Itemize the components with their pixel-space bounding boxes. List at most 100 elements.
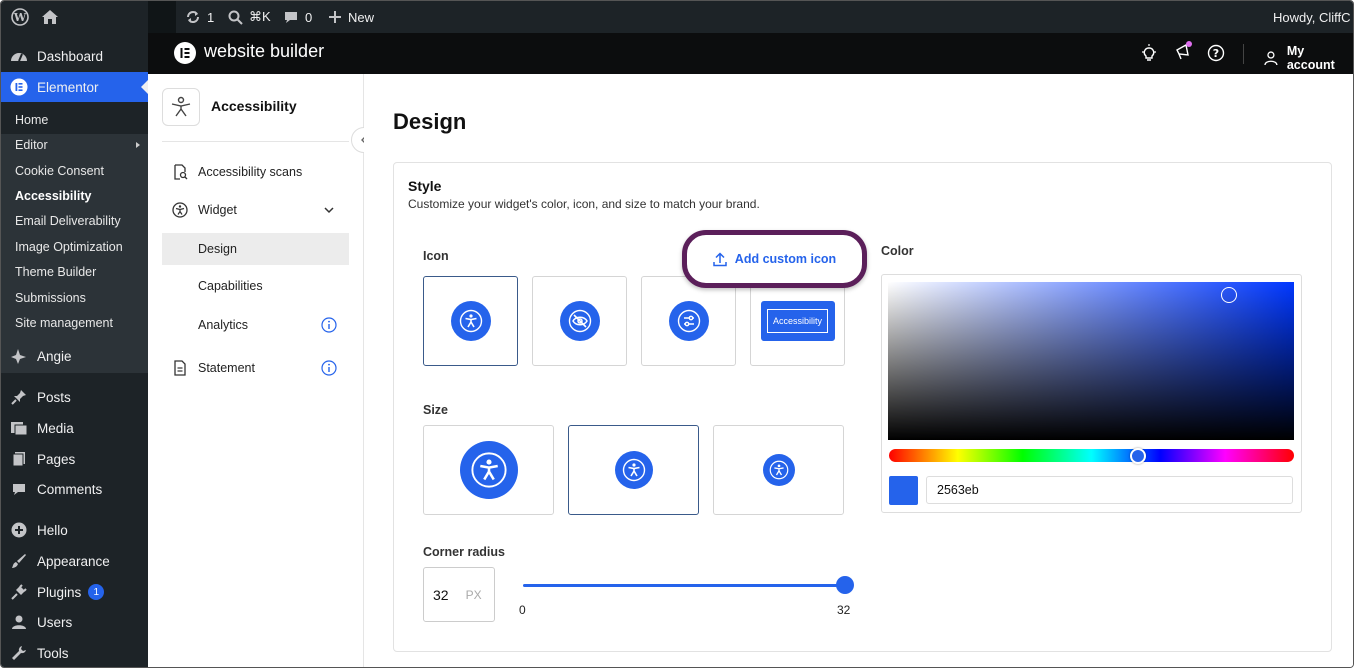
my-account-button[interactable]: My account	[1263, 44, 1353, 72]
icon-label: Icon	[423, 249, 449, 263]
dashboard-icon	[1, 48, 37, 64]
new-label: New	[348, 9, 375, 25]
menu-item-users[interactable]: Users	[1, 607, 148, 637]
nav-label: Accessibility scans	[198, 165, 303, 179]
submenu-email-deliverability[interactable]: Email Deliverability	[15, 211, 121, 231]
pill-text: Accessibility	[766, 309, 828, 333]
info-icon[interactable]	[321, 317, 337, 336]
plugin-icon	[1, 584, 37, 600]
icon-option-eye-off[interactable]	[532, 276, 627, 366]
comment-icon	[1, 482, 37, 497]
search-shortcut: ⌘K	[249, 9, 271, 24]
caret-right-icon	[136, 142, 140, 148]
icon-option-person[interactable]	[423, 276, 518, 366]
nav-widget[interactable]: Widget	[162, 194, 349, 226]
menu-item-tools[interactable]: Tools	[1, 638, 148, 667]
info-icon[interactable]	[321, 360, 337, 379]
plugins-badge: 1	[88, 584, 105, 600]
nav-analytics[interactable]: Analytics	[162, 309, 349, 341]
slider-max-label: 32	[837, 603, 851, 617]
submenu-accessibility[interactable]: Accessibility	[15, 186, 91, 206]
search-item[interactable]: ⌘K	[228, 1, 271, 33]
menu-item-pages[interactable]: Pages	[1, 444, 148, 474]
saturation-field[interactable]	[888, 282, 1294, 440]
color-label: Color	[881, 244, 914, 258]
menu-item-comments[interactable]: Comments	[1, 474, 148, 504]
lightbulb-icon[interactable]	[1140, 44, 1158, 67]
style-title: Style	[408, 178, 442, 194]
color-swatch[interactable]	[889, 476, 918, 505]
megaphone-icon[interactable]	[1174, 41, 1194, 66]
menu-label: Dashboard	[37, 48, 104, 64]
user-icon	[1, 614, 37, 630]
user-icon	[1264, 51, 1278, 66]
home-icon[interactable]	[41, 1, 59, 33]
nav-capabilities[interactable]: Capabilities	[162, 270, 349, 302]
submenu-image-optimization[interactable]: Image Optimization	[15, 237, 123, 257]
add-custom-icon-label: Add custom icon	[734, 252, 837, 266]
corner-radius-label: Corner radius	[423, 545, 505, 559]
menu-label: Media	[37, 420, 74, 436]
menu-label: Elementor	[37, 79, 99, 95]
submenu-cookie-consent[interactable]: Cookie Consent	[15, 161, 104, 181]
howdy-user[interactable]: Howdy, CliffC	[1273, 1, 1351, 33]
scan-icon	[162, 164, 198, 180]
brush-icon	[1, 553, 37, 569]
corner-radius-input[interactable]: 32 PX	[423, 567, 495, 622]
nav-label: Capabilities	[198, 279, 263, 293]
submenu-submissions[interactable]: Submissions	[15, 288, 86, 308]
nav-accessibility-scans[interactable]: Accessibility scans	[162, 156, 349, 188]
corner-radius-unit: PX	[465, 587, 482, 602]
nav-design[interactable]: Design	[162, 233, 349, 265]
wordpress-logo-icon[interactable]: W	[11, 1, 29, 33]
corner-radius-value: 32	[433, 586, 449, 603]
menu-item-angie[interactable]: Angie	[1, 341, 148, 371]
hex-input[interactable]: 2563eb	[926, 476, 1293, 504]
icon-option-text[interactable]: Accessibility	[750, 276, 845, 366]
menu-item-plugins[interactable]: Plugins 1	[1, 577, 148, 607]
slider-min-label: 0	[519, 603, 526, 617]
size-option-medium[interactable]	[568, 425, 699, 515]
menu-item-posts[interactable]: Posts	[1, 382, 148, 412]
brand-title: website builder	[204, 41, 325, 61]
wp-admin-menu: Dashboard Elementor Home Editor Cookie C…	[1, 33, 148, 667]
page-title: Design	[393, 109, 467, 134]
new-item[interactable]: New	[328, 1, 374, 33]
hue-handle[interactable]	[1130, 448, 1146, 464]
menu-item-media[interactable]: Media	[1, 413, 148, 443]
document-icon	[162, 360, 198, 376]
menu-label: Pages	[37, 451, 76, 467]
menu-label: Users	[37, 614, 73, 630]
size-option-small[interactable]	[713, 425, 844, 515]
saturation-handle[interactable]	[1221, 287, 1237, 303]
eye-off-icon	[559, 301, 600, 341]
slider-handle[interactable]	[836, 576, 854, 594]
icon-option-sliders[interactable]	[641, 276, 736, 366]
menu-item-elementor[interactable]: Elementor	[1, 72, 148, 102]
size-label: Size	[423, 403, 449, 417]
menu-item-appearance[interactable]: Appearance	[1, 546, 148, 576]
add-custom-icon-button[interactable]: Add custom icon	[682, 230, 867, 288]
search-icon	[228, 10, 243, 25]
corner-radius-slider[interactable]	[523, 576, 854, 594]
howdy-text: Howdy, CliffC	[1273, 9, 1351, 25]
plugin-nav: Accessibility Accessibility scans Widget…	[148, 74, 364, 667]
menu-item-hello[interactable]: Hello	[1, 515, 148, 545]
submenu-site-management[interactable]: Site management	[15, 313, 113, 333]
updates-item[interactable]: 1	[185, 1, 214, 33]
size-option-large[interactable]	[423, 425, 554, 515]
menu-label: Comments	[37, 481, 103, 497]
svg-text:?: ?	[1213, 47, 1219, 60]
nav-statement[interactable]: Statement	[162, 352, 349, 384]
submenu-editor[interactable]: Editor	[15, 135, 140, 155]
refresh-icon	[187, 11, 199, 23]
comment-icon	[285, 11, 297, 23]
angie-icon	[1, 347, 37, 365]
hue-slider[interactable]	[889, 449, 1294, 462]
submenu-theme-builder[interactable]: Theme Builder	[15, 262, 96, 282]
menu-item-dashboard[interactable]: Dashboard	[1, 41, 148, 71]
help-icon[interactable]: ?	[1207, 44, 1225, 67]
submenu-home[interactable]: Home	[15, 110, 48, 130]
comments-item[interactable]: 0	[283, 1, 312, 33]
upload-icon	[713, 251, 727, 266]
